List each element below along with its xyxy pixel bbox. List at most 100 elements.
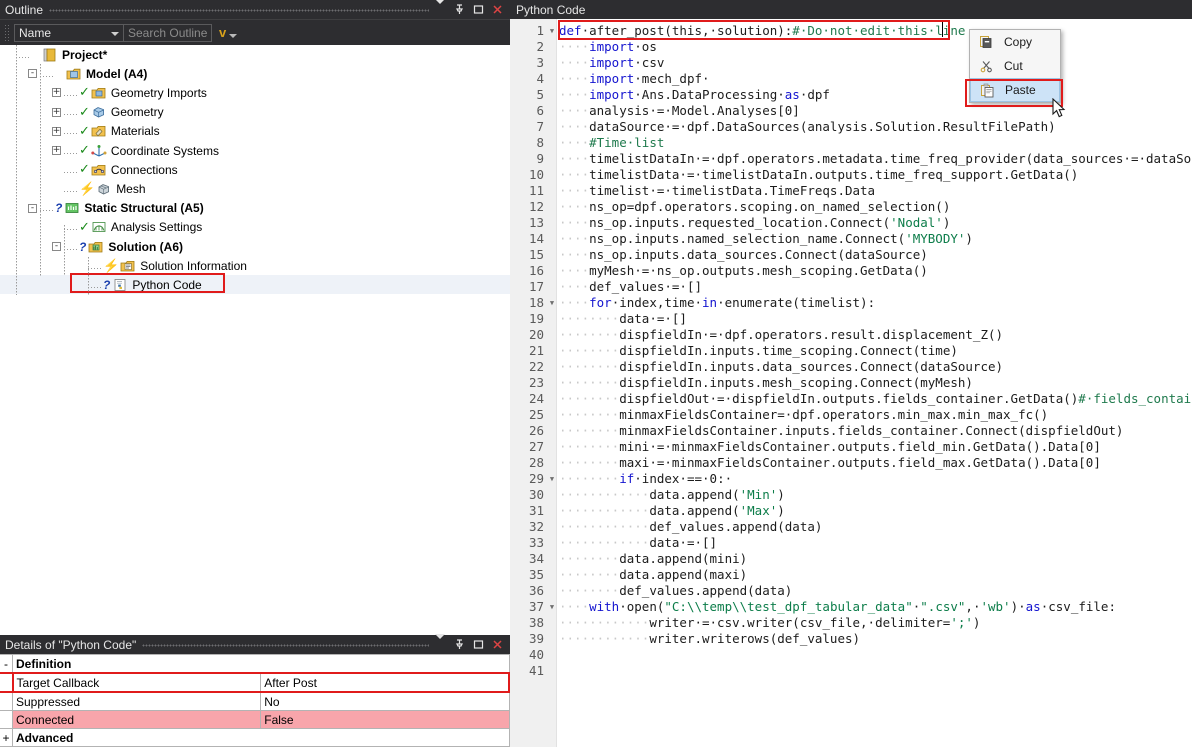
- code-line[interactable]: ········data·=·[]: [559, 311, 687, 326]
- code-line[interactable]: ····ns_op.inputs.requested_location.Conn…: [559, 215, 950, 230]
- details-property-value[interactable]: No: [260, 691, 510, 711]
- details-close-icon[interactable]: [492, 639, 503, 650]
- code-line[interactable]: ····ns_op=dpf.operators.scoping.on_named…: [559, 199, 950, 214]
- details-maximize-icon[interactable]: [473, 639, 484, 650]
- code-editor[interactable]: def·after_post(this,·solution):#·Do·not·…: [510, 19, 1192, 747]
- line-number: 21: [528, 343, 544, 358]
- code-line[interactable]: ····import·mech_dpf·: [559, 71, 710, 86]
- details-group-expander[interactable]: +: [0, 728, 13, 747]
- context-menu-item-cut[interactable]: Cut: [970, 54, 1060, 78]
- line-number: 28: [528, 455, 544, 470]
- tree-item-analysis-settings[interactable]: ✓ Analysis Settings: [0, 218, 510, 237]
- details-caret-down-icon[interactable]: [435, 634, 446, 653]
- tree-expander[interactable]: +: [52, 146, 61, 155]
- tree-connector: [63, 164, 79, 175]
- details-group-expander[interactable]: -: [0, 654, 13, 674]
- caret-down-icon[interactable]: [435, 0, 446, 18]
- tree-expander[interactable]: +: [52, 107, 61, 117]
- tree-item-connections[interactable]: ✓ Connections: [0, 160, 510, 179]
- code-line[interactable]: ········data.append(maxi): [559, 567, 747, 582]
- code-line[interactable]: ····timelistData·=·timelistDataIn.output…: [559, 167, 1078, 182]
- tree-item-solution-information[interactable]: ⚡ Solution Information: [0, 256, 510, 275]
- pin-icon[interactable]: [454, 4, 465, 15]
- code-line[interactable]: ········dispfieldOut·=·dispfieldIn.outpu…: [559, 391, 1192, 406]
- tree-item-project[interactable]: Project*: [0, 45, 510, 64]
- code-line[interactable]: ····def_values·=·[]: [559, 279, 702, 294]
- close-icon[interactable]: [492, 4, 503, 15]
- tree-item-materials[interactable]: + ✓ Materials: [0, 122, 510, 141]
- indent-guides: ····: [559, 199, 590, 214]
- tree-expander[interactable]: -: [28, 203, 37, 213]
- code-line[interactable]: ····#Time·list: [559, 135, 664, 150]
- code-line[interactable]: ········maxi·=·minmaxFieldsContainer.out…: [559, 455, 1101, 470]
- toolbar-overflow-icon[interactable]: [229, 33, 238, 38]
- tree-item-solution-a6[interactable]: -? Solution (A6): [0, 237, 510, 256]
- code-line[interactable]: ····import·os: [559, 39, 657, 54]
- code-token: import: [589, 55, 635, 70]
- code-line[interactable]: ············def_values.append(data): [559, 519, 822, 534]
- search-outline-input[interactable]: Search Outline: [124, 23, 212, 42]
- mouse-cursor: [1052, 97, 1068, 123]
- code-line[interactable]: ········if·index·==·0:·: [559, 471, 732, 486]
- code-line[interactable]: ····analysis·=·Model.Analyses[0]: [559, 103, 800, 118]
- fold-toggle[interactable]: ▼: [548, 471, 556, 487]
- code-line[interactable]: ············data.append('Max'): [559, 503, 785, 518]
- code-line[interactable]: ····timelistDataIn·=·dpf.operators.metad…: [559, 151, 1192, 166]
- tree-connector: [63, 126, 79, 137]
- details-group-row[interactable]: - Definition: [0, 654, 510, 674]
- tree-expander[interactable]: +: [52, 126, 61, 136]
- search-chevron-icon[interactable]: v: [219, 26, 226, 39]
- tree-item-coordinate-systems[interactable]: + ✓ Coordinate Systems: [0, 141, 510, 160]
- tree-item-static-structural-a5[interactable]: -? Static Structural (A5): [0, 199, 510, 218]
- tree-item-model-a4[interactable]: - Model (A4): [0, 64, 510, 83]
- code-line[interactable]: ········minmaxFieldsContainer=·dpf.opera…: [559, 407, 1048, 422]
- code-line[interactable]: ············writer·=·csv.writer(csv_file…: [559, 615, 980, 630]
- code-line[interactable]: ········dispfieldIn·=·dpf.operators.resu…: [559, 327, 1003, 342]
- tree-item-geometry-imports[interactable]: + ✓ Geometry Imports: [0, 83, 510, 102]
- tree-item-python-code[interactable]: ? Python Code: [0, 273, 510, 295]
- details-titlebar-buttons: [435, 634, 510, 653]
- code-line[interactable]: ····ns_op.inputs.data_sources.Connect(da…: [559, 247, 928, 262]
- code-panel-title: Python Code: [516, 2, 586, 17]
- code-line[interactable]: ········def_values.append(data): [559, 583, 792, 598]
- toolbar-grip[interactable]: [4, 24, 11, 41]
- fold-toggle[interactable]: ▼: [548, 599, 556, 615]
- code-line[interactable]: ········mini·=·minmaxFieldsContainer.out…: [559, 439, 1101, 454]
- details-pin-icon[interactable]: [454, 639, 465, 650]
- outline-filter-combo[interactable]: Name: [14, 23, 124, 42]
- code-line[interactable]: ········dispfieldIn.inputs.data_sources.…: [559, 359, 1003, 374]
- details-property-value[interactable]: After Post: [260, 672, 511, 693]
- code-line[interactable]: ········dispfieldIn.inputs.time_scoping.…: [559, 343, 958, 358]
- code-line[interactable]: ········minmaxFieldsContainer.inputs.fie…: [559, 423, 1123, 438]
- tree-expander[interactable]: -: [52, 242, 61, 251]
- details-property-row[interactable]: Suppressed No: [0, 691, 510, 711]
- code-line[interactable]: ············writer.writerows(def_values): [559, 631, 860, 646]
- code-line[interactable]: ····timelist·=·timelistData.TimeFreqs.Da…: [559, 183, 875, 198]
- code-line[interactable]: ············data·=·[]: [559, 535, 717, 550]
- fold-toggle[interactable]: ▼: [548, 23, 556, 39]
- tree-item-geometry[interactable]: + ✓ Geometry: [0, 103, 510, 122]
- code-line[interactable]: ····with·open("C:\\temp\\test_dpf_tabula…: [559, 599, 1116, 614]
- code-line[interactable]: ····import·csv: [559, 55, 664, 70]
- line-number: 29: [528, 471, 544, 486]
- code-line[interactable]: ····for·index,time·in·enumerate(timelist…: [559, 295, 875, 310]
- code-line[interactable]: ····myMesh·=·ns_op.outputs.mesh_scoping.…: [559, 263, 928, 278]
- details-property-label: Target Callback: [11, 672, 262, 693]
- details-property-row[interactable]: Target Callback After Post: [0, 672, 511, 693]
- code-line[interactable]: ········dispfieldIn.inputs.mesh_scoping.…: [559, 375, 973, 390]
- tree-item-mesh[interactable]: ⚡ Mesh: [0, 179, 510, 198]
- context-menu-item-copy[interactable]: Copy: [970, 30, 1060, 54]
- code-line[interactable]: ····dataSource·=·dpf.DataSources(analysi…: [559, 119, 1056, 134]
- code-lines-container[interactable]: def·after_post(this,·solution):#·Do·not·…: [557, 19, 1192, 747]
- code-line[interactable]: ····ns_op.inputs.named_selection_name.Co…: [559, 231, 973, 246]
- maximize-icon[interactable]: [473, 4, 484, 15]
- code-line[interactable]: ········data.append(mini): [559, 551, 747, 566]
- code-line[interactable]: ····import·Ans.DataProcessing·as·dpf: [559, 87, 830, 102]
- tree-expander[interactable]: +: [52, 88, 61, 98]
- tree-expander[interactable]: -: [28, 69, 37, 79]
- details-group-row[interactable]: + Advanced: [0, 728, 510, 747]
- details-property-row[interactable]: Connected False: [0, 710, 510, 729]
- fold-toggle[interactable]: ▼: [548, 295, 556, 311]
- code-line[interactable]: ············data.append('Min'): [559, 487, 785, 502]
- details-property-value[interactable]: False: [260, 710, 510, 729]
